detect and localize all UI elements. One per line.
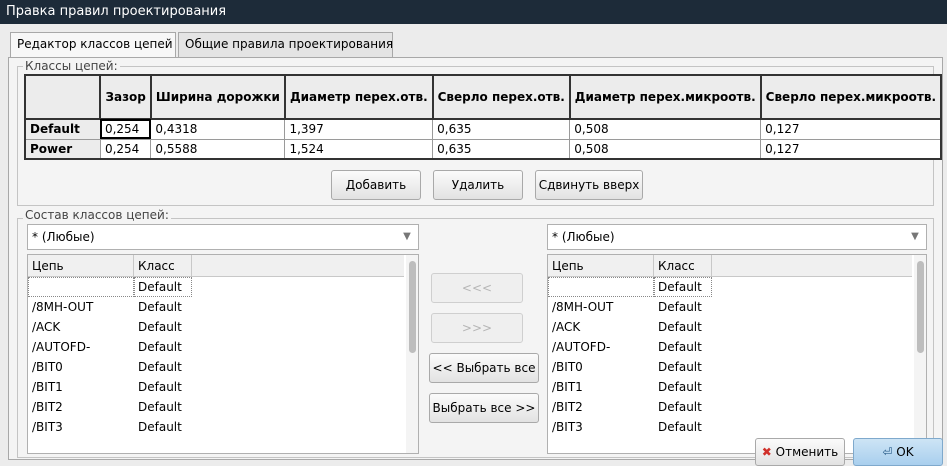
table-cell[interactable]: 0,635 [432, 118, 571, 140]
table-cell[interactable]: 0,508 [569, 138, 762, 160]
table-cell[interactable]: 0,4318 [150, 118, 286, 140]
table-cell[interactable]: 0,254 [99, 118, 152, 140]
column-header[interactable]: Сверло перех.микроотв. [759, 74, 943, 120]
move-right-button[interactable]: >>> [431, 313, 523, 343]
table-cell[interactable]: 0,635 [432, 138, 571, 160]
dialog-body: Редактор классов цепей Общие правила про… [0, 24, 947, 466]
right-list-scrollbar[interactable] [914, 255, 926, 453]
column-header[interactable]: Диаметр перех.отв. [283, 74, 434, 120]
move-left-button[interactable]: <<< [431, 273, 523, 303]
delete-class-button[interactable]: Удалить [433, 170, 523, 200]
left-filter-value: * (Любые) [32, 230, 95, 244]
table-cell[interactable]: 0,508 [569, 118, 762, 140]
cancel-icon: ✖ [761, 445, 772, 459]
table-cell[interactable]: 0,5588 [150, 138, 286, 160]
tab-global-design-rules[interactable]: Общие правила проектирования [178, 32, 393, 57]
corner-header [23, 74, 102, 120]
window-title: Правка правил проектирования [0, 0, 947, 24]
class-column-header[interactable]: Класс [134, 255, 192, 277]
column-header[interactable]: Зазор [99, 74, 152, 120]
tab-panel: Классы цепей: Зазор Ширина дорожки Диаме… [8, 57, 943, 460]
right-class-filter-select[interactable]: * (Любые) ▼ [547, 224, 927, 250]
scrollbar-thumb[interactable] [917, 261, 924, 353]
left-list-header: Цепь Класс [28, 255, 404, 277]
table-header-row: Зазор Ширина дорожки Диаметр перех.отв. … [23, 74, 943, 120]
ok-label: OK [896, 445, 914, 459]
table-cell[interactable]: 1,524 [284, 138, 434, 160]
chevron-down-icon: ▼ [911, 231, 919, 242]
left-list-scrollbar[interactable] [406, 255, 418, 453]
right-filter-value: * (Любые) [552, 230, 615, 244]
cancel-label: Отменить [775, 445, 839, 459]
row-header[interactable]: Power [24, 138, 101, 160]
right-list-header: Цепь Класс [548, 255, 912, 277]
net-column-header[interactable]: Цепь [548, 255, 654, 277]
move-up-button[interactable]: Сдвинуть вверх [535, 170, 643, 200]
column-header[interactable]: Ширина дорожки [149, 74, 286, 120]
class-column-header[interactable]: Класс [654, 255, 712, 277]
left-nets-list[interactable]: Цепь Класс Default /8MH-OUT Default /ACK D… [27, 254, 419, 454]
table-cell[interactable]: 0,127 [760, 138, 942, 160]
table-row: Power 0,254 0,5588 1,524 0,635 0,508 0,1… [24, 138, 942, 160]
select-all-left-button[interactable]: << Выбрать все [429, 353, 539, 383]
left-class-filter-select[interactable]: * (Любые) ▼ [27, 224, 419, 250]
table-row: Default 0,254 0,4318 1,397 0,635 0,508 0… [24, 118, 942, 140]
select-all-right-button[interactable]: Выбрать все >> [429, 393, 539, 423]
right-nets-list[interactable]: Цепь Класс Default /8MH-OUT Default /ACK D… [547, 254, 927, 454]
column-header[interactable]: Сверло перех.отв. [431, 74, 571, 120]
table-cell[interactable]: 0,254 [99, 138, 152, 160]
net-classes-group-label: Классы цепей: [23, 59, 120, 73]
cancel-button[interactable]: ✖ Отменить [755, 438, 845, 466]
enter-icon: ⏎ [882, 445, 893, 459]
add-class-button[interactable]: Добавить [331, 170, 421, 200]
ok-button[interactable]: ⏎ OK [853, 438, 943, 466]
scrollbar-thumb[interactable] [409, 261, 416, 353]
membership-group-label: Состав классов цепей: [23, 208, 171, 222]
tab-net-classes-editor[interactable]: Редактор классов цепей [10, 32, 176, 58]
column-header[interactable]: Диаметр перех.микроотв. [568, 74, 762, 120]
net-column-header[interactable]: Цепь [28, 255, 134, 277]
row-header[interactable]: Default [24, 118, 101, 140]
net-classes-table: Зазор Ширина дорожки Диаметр перех.отв. … [23, 74, 943, 160]
table-cell[interactable]: 0,127 [760, 118, 942, 140]
chevron-down-icon: ▼ [403, 231, 411, 242]
table-cell[interactable]: 1,397 [284, 118, 434, 140]
